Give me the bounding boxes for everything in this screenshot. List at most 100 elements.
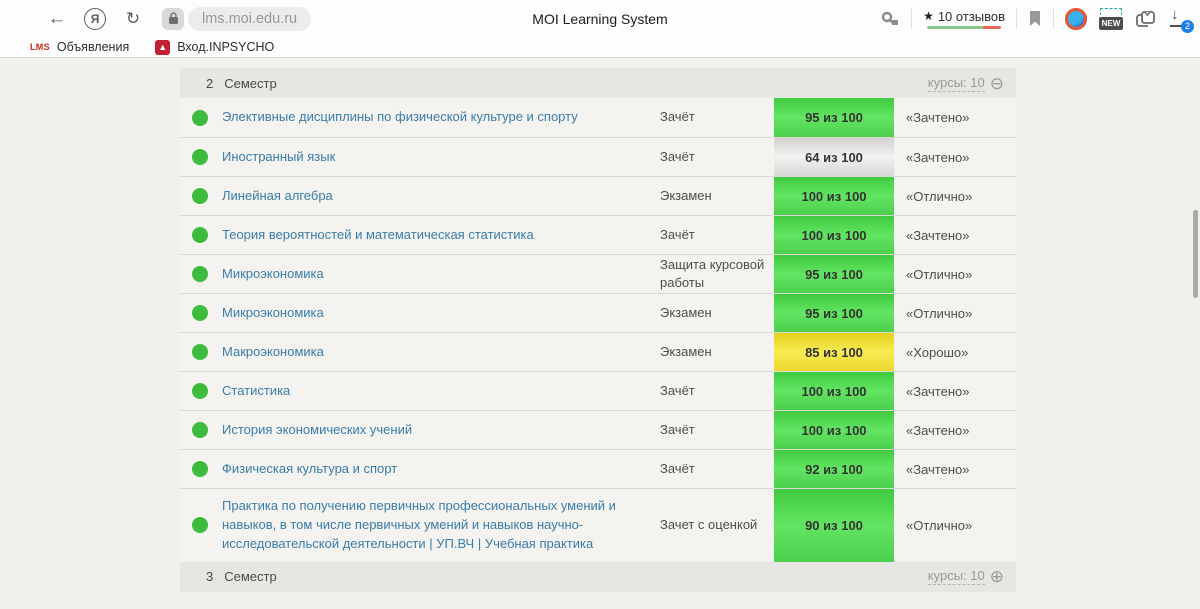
score-badge: 100 из 100 [774,411,894,449]
bookmark-icon[interactable] [1028,10,1042,27]
grade-text: «Зачтено» [894,411,1016,449]
status-dot-icon [192,188,208,204]
yandex-icon[interactable]: Я [84,8,106,30]
new-tab-collections-icon[interactable]: NEW [1098,8,1124,30]
semester-2-header: 2 Семестр курсы: 10 ⊖ [180,68,1016,98]
course-link[interactable]: Практика по получению первичных професси… [222,489,660,562]
course-row: Физическая культура и спорт Зачёт 92 из … [180,449,1016,488]
grade-text: «Зачтено» [894,450,1016,488]
extension-icon[interactable] [1065,8,1087,30]
assessment-type: Зачёт [660,450,774,488]
courses-count-link[interactable]: курсы: 10 [928,75,985,92]
course-row: Теория вероятностей и математическая ста… [180,215,1016,254]
address-bar[interactable]: lms.moi.edu.ru [188,7,311,31]
downloads-icon[interactable]: ↓ 2 [1168,8,1190,30]
course-row: Макроэкономика Экзамен 85 из 100 «Хорошо… [180,332,1016,371]
score-badge: 92 из 100 [774,450,894,488]
status-dot-icon [192,110,208,126]
status-dot-icon [192,305,208,321]
refresh-button[interactable]: ↻ [120,6,146,32]
score-badge: 100 из 100 [774,177,894,215]
course-link[interactable]: Микроэкономика [222,294,660,332]
toolbar-right: ★ 10 отзывов NEW ↓ 2 [880,8,1200,30]
grade-text: «Отлично» [894,294,1016,332]
bookmark-lms[interactable]: LMS Объявления [30,40,129,54]
status-dot-icon [192,149,208,165]
lms-page: 2 Семестр курсы: 10 ⊖ Элективные дисципл… [0,58,1200,608]
status-dot-icon [192,383,208,399]
course-link[interactable]: Микроэкономика [222,255,660,293]
bookmarks-bar: LMS Объявления ▲ Вход.INPSYCHO [0,37,1200,58]
bookmark-inpsycho[interactable]: ▲ Вход.INPSYCHO [155,40,274,55]
new-badge: NEW [1099,17,1123,30]
expand-icon[interactable]: ⊕ [990,568,1004,585]
assessment-type: Экзамен [660,294,774,332]
grade-text: «Хорошо» [894,333,1016,371]
assessment-type: Зачёт [660,98,774,137]
collapse-icon[interactable]: ⊖ [990,75,1004,92]
score-badge: 100 из 100 [774,216,894,254]
semester-number: 2 [206,76,213,91]
assessment-type: Экзамен [660,333,774,371]
course-row: Практика по получению первичных професси… [180,488,1016,562]
score-badge: 100 из 100 [774,372,894,410]
assessment-type: Защита курсовой работы [660,255,774,293]
course-row: Статистика Зачёт 100 из 100 «Зачтено» [180,371,1016,410]
bookmark-label: Вход.INPSYCHO [177,40,274,54]
course-link[interactable]: Статистика [222,372,660,410]
divider [1053,9,1054,29]
grade-text: «Отлично» [894,255,1016,293]
course-row: Линейная алгебра Экзамен 100 из 100 «Отл… [180,176,1016,215]
browser-chrome: ← Я ↻ lms.moi.edu.ru MOI Learning System… [0,0,1200,58]
status-dot-icon [192,422,208,438]
course-link[interactable]: Элективные дисциплины по физической куль… [222,98,660,137]
grade-text: «Отлично» [894,177,1016,215]
course-row: История экономических учений Зачёт 100 и… [180,410,1016,449]
course-link[interactable]: Макроэкономика [222,333,660,371]
semester-number: 3 [206,569,213,584]
score-badge: 95 из 100 [774,98,894,137]
lock-icon[interactable] [162,8,184,30]
password-manager-icon[interactable] [880,10,900,28]
semester-3-header: 3 Семестр курсы: 10 ⊕ [180,562,1016,592]
bookmark-label: Объявления [57,40,129,54]
course-row: Элективные дисциплины по физической куль… [180,98,1016,137]
course-table-body: Элективные дисциплины по физической куль… [180,98,1016,562]
semester-label: Семестр [224,569,276,584]
grade-text: «Зачтено» [894,372,1016,410]
browser-toolbar: ← Я ↻ lms.moi.edu.ru MOI Learning System… [0,0,1200,37]
status-dot-icon [192,517,208,533]
assessment-type: Зачёт [660,411,774,449]
course-link[interactable]: История экономических учений [222,411,660,449]
grade-text: «Зачтено» [894,98,1016,137]
grade-text: «Отлично» [894,489,1016,562]
score-badge: 90 из 100 [774,489,894,562]
score-badge: 64 из 100 [774,138,894,176]
course-link[interactable]: Физическая культура и спорт [222,450,660,488]
scrollbar-thumb[interactable] [1193,210,1198,298]
collections-icon[interactable] [1135,10,1157,28]
course-link[interactable]: Иностранный язык [222,138,660,176]
grade-text: «Зачтено» [894,138,1016,176]
courses-count-link[interactable]: курсы: 10 [928,568,985,585]
inpsycho-favicon: ▲ [155,40,170,55]
assessment-type: Зачет с оценкой [660,489,774,562]
course-row: Иностранный язык Зачёт 64 из 100 «Зачтен… [180,137,1016,176]
course-link[interactable]: Линейная алгебра [222,177,660,215]
site-reviews[interactable]: ★ 10 отзывов [923,9,1005,29]
score-badge: 95 из 100 [774,294,894,332]
status-dot-icon [192,266,208,282]
back-button[interactable]: ← [44,6,70,32]
grade-text: «Зачтено» [894,216,1016,254]
status-dot-icon [192,461,208,477]
score-badge: 95 из 100 [774,255,894,293]
rating-bar [927,26,1001,29]
semester-grades-table: 2 Семестр курсы: 10 ⊖ Элективные дисципл… [180,68,1016,592]
divider [911,9,912,29]
score-badge: 85 из 100 [774,333,894,371]
semester-label: Семестр [224,76,276,91]
assessment-type: Зачёт [660,372,774,410]
course-row: Микроэкономика Экзамен 95 из 100 «Отличн… [180,293,1016,332]
course-link[interactable]: Теория вероятностей и математическая ста… [222,216,660,254]
status-dot-icon [192,344,208,360]
